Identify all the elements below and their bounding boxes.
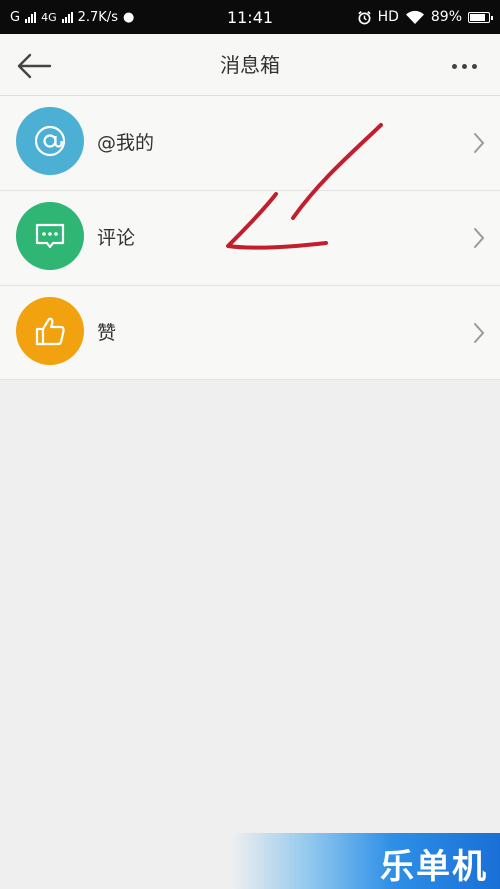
- mentions-label: @我的: [97, 132, 155, 154]
- comment-icon: [35, 223, 65, 249]
- status-left: G 4G 2.7K/s ●: [10, 10, 357, 25]
- screen: G 4G 2.7K/s ● 11:41 HD 89% 消息箱 @我的 评论 赞 …: [0, 0, 500, 889]
- chevron-right-icon: [474, 323, 485, 343]
- comments-label: 评论: [97, 227, 136, 249]
- message-category-list: @我的 评论 赞: [0, 96, 500, 380]
- more-dots-icon: [451, 63, 457, 69]
- watermark-text: 乐单机: [380, 847, 488, 887]
- likes-label: 赞: [97, 322, 117, 344]
- list-item-comments[interactable]: 评论: [0, 191, 500, 286]
- comments-avatar: [16, 202, 84, 270]
- list-item-mentions[interactable]: @我的: [0, 96, 500, 191]
- status-bar: G 4G 2.7K/s ● 11:41 HD 89%: [0, 0, 500, 34]
- page-title: 消息箱: [220, 53, 280, 77]
- at-icon: [34, 125, 66, 157]
- carrier-label: G: [10, 9, 21, 25]
- thumbs-up-icon: [35, 317, 65, 346]
- wifi-icon: [405, 10, 424, 24]
- signal-icon-2: [61, 11, 73, 23]
- signal-icon: [25, 11, 37, 23]
- mentions-avatar: [16, 107, 84, 175]
- network-type: 4G: [41, 10, 57, 24]
- watermark: 乐单机: [232, 833, 500, 889]
- flame-icon: ●: [122, 9, 135, 25]
- list-item-likes[interactable]: 赞: [0, 286, 500, 380]
- more-button[interactable]: [442, 46, 486, 86]
- battery-icon: [468, 11, 493, 23]
- hd-label: HD: [377, 9, 399, 25]
- chevron-right-icon: [474, 133, 485, 153]
- alarm-icon: [357, 10, 371, 24]
- likes-avatar: [16, 297, 84, 365]
- title-bar: 消息箱: [0, 34, 500, 96]
- battery-percent: 89%: [430, 9, 462, 25]
- status-right: HD 89%: [357, 9, 493, 25]
- chevron-right-icon: [474, 228, 485, 248]
- network-speed: 2.7K/s: [77, 9, 118, 25]
